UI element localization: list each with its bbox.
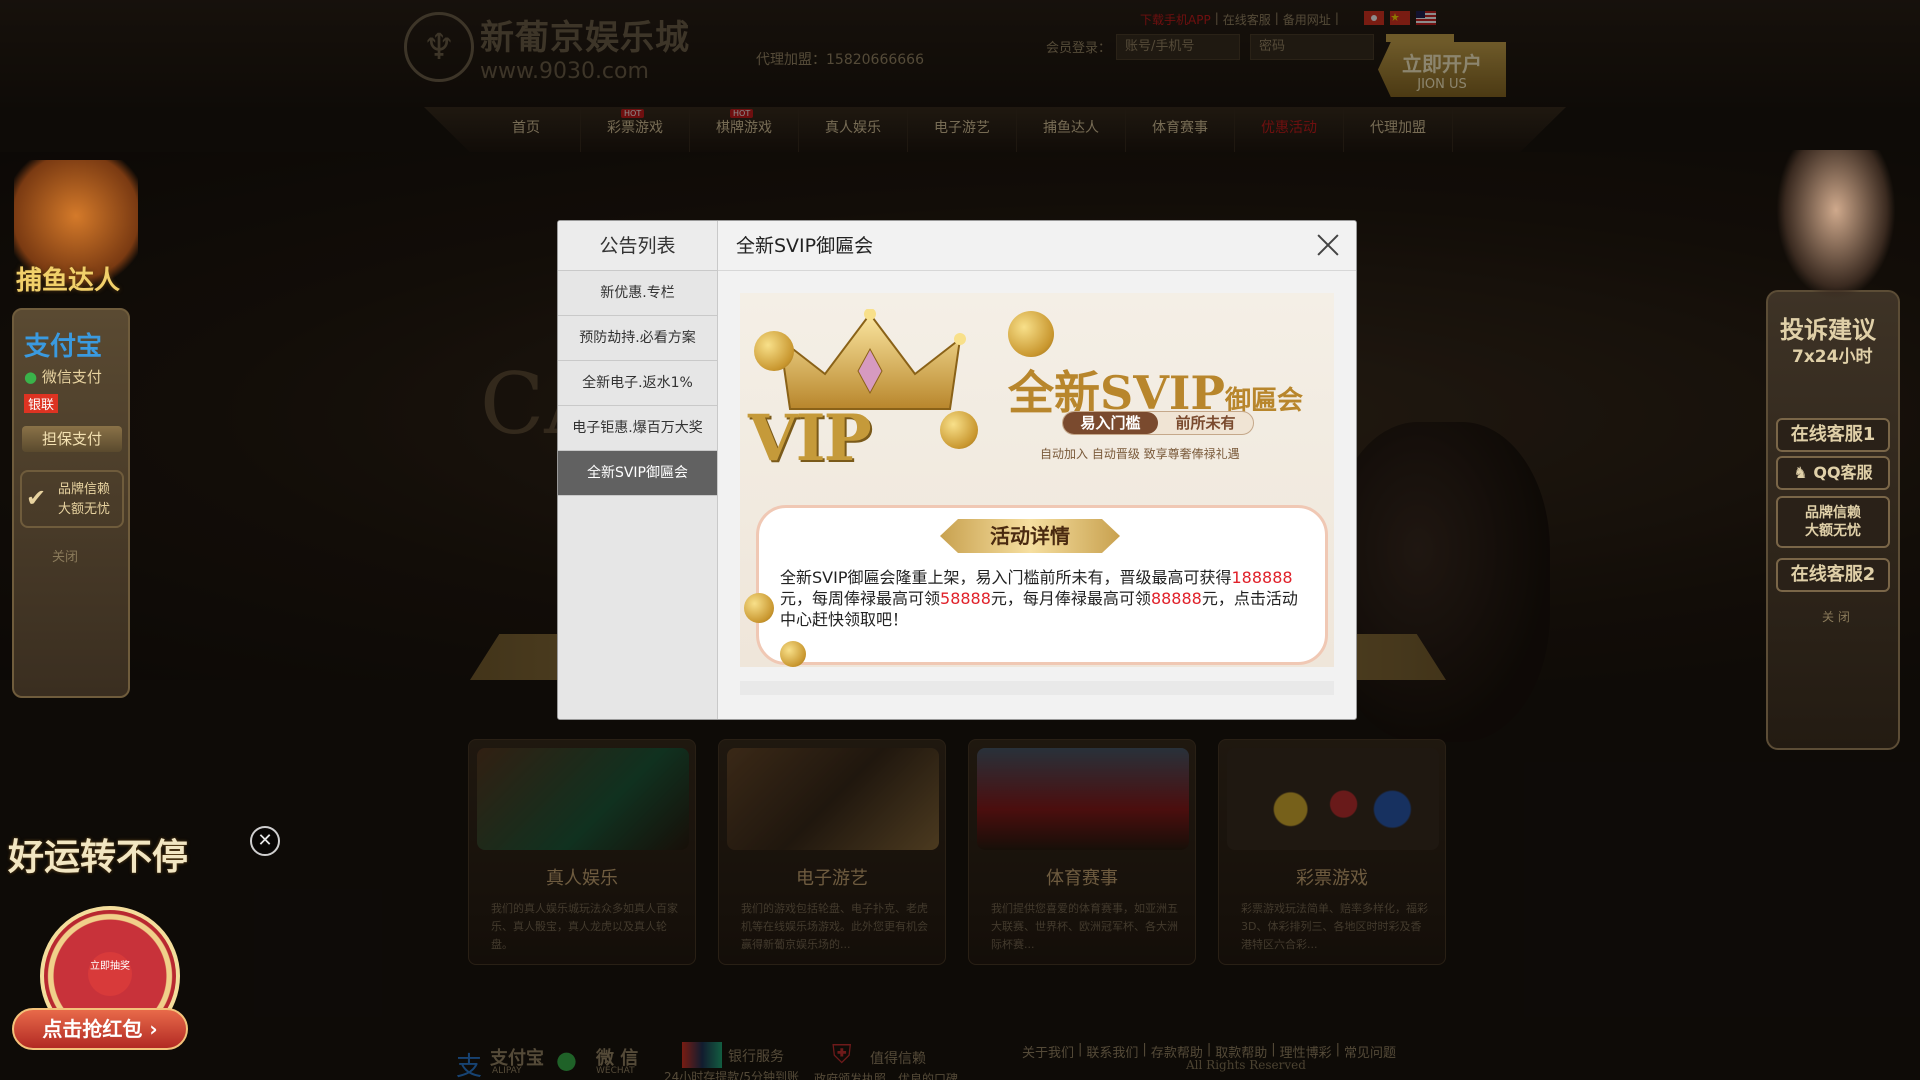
coin-icon: [780, 641, 806, 667]
qq-service-button[interactable]: ♞ QQ客服: [1776, 456, 1890, 490]
announcement-sidebar: 公告列表 新优惠.专栏 预防劫持.必看方案 全新电子.返水1% 电子钜惠.爆百万…: [558, 221, 718, 719]
svip-promo-banner: VIP 全新SVIP御匾会 易入门槛 前所未有 自动加入 自动晋级 致享尊奢俸禄…: [740, 293, 1334, 667]
wechat-icon: ●: [24, 368, 42, 386]
coin-icon: [1008, 311, 1054, 357]
modal-header: 全新SVIP御匾会: [718, 221, 1356, 271]
close-icon[interactable]: [1316, 233, 1340, 257]
promo-pill: 易入门槛 前所未有: [1062, 411, 1254, 435]
fishing-title[interactable]: 捕鱼达人: [16, 260, 120, 297]
coin-icon: [940, 411, 978, 449]
sidebar-title: 公告列表: [558, 221, 717, 271]
wheel-title: 好运转不停: [8, 837, 189, 878]
announcement-item-active[interactable]: 全新SVIP御匾会: [558, 451, 717, 496]
promo-scrollbar[interactable]: [740, 681, 1334, 695]
complaint-title: 投诉建议: [1780, 316, 1876, 344]
wheel-spin-button[interactable]: 立即抽奖: [88, 952, 132, 996]
announcement-item[interactable]: 全新电子.返水1%: [558, 361, 717, 406]
online-service-2-button[interactable]: 在线客服2: [1776, 558, 1890, 592]
vip-text: VIP: [748, 401, 872, 476]
wheel-close-icon[interactable]: ✕: [250, 826, 280, 856]
announcement-modal: 公告列表 新优惠.专栏 预防劫持.必看方案 全新电子.返水1% 电子钜惠.爆百万…: [557, 220, 1357, 720]
lucky-wheel-widget: 好运转不停 立即抽奖 点击抢红包 ›: [0, 822, 250, 1080]
brand-trust-badge: ✔ 品牌信赖 大额无忧: [20, 470, 124, 528]
service-girl-image: [1776, 150, 1896, 300]
announcement-item[interactable]: 电子钜惠.爆百万大奖: [558, 406, 717, 451]
left-float-close[interactable]: 关闭: [52, 546, 78, 565]
pill-easy-entry: 易入门槛: [1063, 412, 1158, 434]
amount-highlight: 88888: [1150, 589, 1202, 608]
amount-highlight: 58888: [940, 589, 991, 608]
wechat-pay-label: ● 微信支付: [24, 368, 102, 386]
brand-trust-badge: 品牌信赖 大额无忧: [1776, 496, 1890, 548]
unionpay-label: 银联: [24, 394, 59, 413]
detail-text: 全新SVIP御匾会隆重上架，易入门槛前所未有，晋级最高可获得188888元，每周…: [780, 568, 1298, 629]
alipay-label: 支付宝: [24, 332, 103, 362]
coin-icon: [754, 331, 794, 371]
right-float-panel: 投诉建议 7x24小时 在线客服1 ♞ QQ客服 品牌信赖 大额无忧 在线客服2 …: [1766, 150, 1906, 750]
grab-red-packet-button[interactable]: 点击抢红包 ›: [12, 1008, 188, 1050]
left-float-panel: 捕鱼达人 支付宝 ● 微信支付 银联 担保支付 ✔ 品牌信赖 大额无忧 关闭: [8, 160, 138, 698]
modal-body: VIP 全新SVIP御匾会 易入门槛 前所未有 自动加入 自动晋级 致享尊奢俸禄…: [718, 271, 1356, 719]
announcement-item[interactable]: 新优惠.专栏: [558, 271, 717, 316]
announcement-item[interactable]: 预防劫持.必看方案: [558, 316, 717, 361]
detail-tag: 活动详情: [940, 519, 1120, 553]
guarantee-pay-button[interactable]: 担保支付: [22, 426, 122, 452]
complaint-hours: 7x24小时: [1792, 347, 1873, 367]
check-shield-icon: ✔: [26, 484, 47, 512]
qq-icon: ♞: [1793, 463, 1814, 482]
pill-unprecedented: 前所未有: [1175, 414, 1236, 432]
amount-highlight: 188888: [1231, 568, 1293, 587]
coin-icon: [744, 593, 774, 623]
right-float-close[interactable]: 关 闭: [1822, 608, 1850, 625]
modal-title: 全新SVIP御匾会: [736, 235, 874, 257]
online-service-1-button[interactable]: 在线客服1: [1776, 418, 1890, 452]
promo-subtitle: 自动加入 自动晋级 致享尊奢俸禄礼遇: [1040, 447, 1240, 461]
